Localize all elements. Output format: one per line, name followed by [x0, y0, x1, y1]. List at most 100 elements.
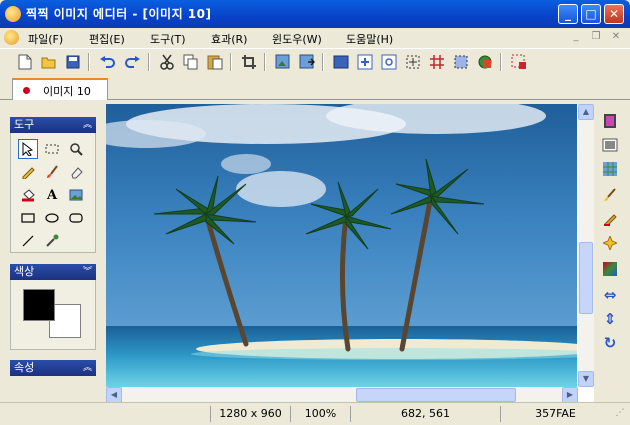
screen-capture-icon[interactable]	[510, 53, 528, 71]
tab-label: 이미지 10	[43, 85, 91, 98]
horizontal-scroll-thumb[interactable]	[356, 388, 516, 402]
colors-panel-title: 색상	[14, 265, 35, 278]
resize-grip-icon[interactable]: ⋰	[612, 406, 628, 422]
rectangle-tool-icon[interactable]	[18, 208, 38, 228]
text-tool-icon[interactable]: A	[42, 185, 62, 205]
copy-icon[interactable]	[182, 53, 200, 71]
menu-file[interactable]: 파일(F)	[28, 31, 63, 47]
document-tabs: 이미지 10	[0, 74, 630, 100]
collapse-chevron-icon[interactable]: ︽	[83, 117, 92, 133]
tab-image-10[interactable]: 이미지 10	[12, 78, 108, 100]
document-icon[interactable]	[4, 30, 19, 45]
open-folder-icon[interactable]	[40, 53, 58, 71]
flip-vertical-icon[interactable]: ⇕	[601, 310, 619, 328]
menu-window[interactable]: 윈도우(W)	[272, 31, 322, 47]
pencil-tool-icon[interactable]	[18, 162, 38, 182]
flip-horizontal-icon[interactable]: ⇔	[601, 286, 619, 304]
image-tool-icon[interactable]	[66, 185, 86, 205]
new-file-icon[interactable]	[16, 53, 34, 71]
redo-icon[interactable]	[124, 53, 142, 71]
scroll-down-icon[interactable]: ▼	[578, 371, 594, 387]
left-panel: 도구 ︽ A 색상 ︾ 속성 ︽	[0, 101, 104, 401]
mdi-minimize-icon[interactable]: _	[570, 31, 582, 43]
menu-help[interactable]: 도움말(H)	[346, 31, 393, 47]
import-image-icon[interactable]	[274, 53, 292, 71]
toolbar-separator	[88, 53, 90, 71]
capture-icon[interactable]	[476, 53, 494, 71]
collapse-chevron-icon[interactable]: ︾	[83, 264, 92, 280]
window-title: 찍찍 이미지 에디터 - [이미지 10]	[26, 7, 212, 21]
expand-chevron-icon[interactable]: ︽	[83, 360, 92, 376]
pixel-color: 357FAE	[500, 406, 610, 422]
scroll-right-icon[interactable]: ▶	[562, 387, 578, 403]
image-canvas[interactable]	[106, 104, 577, 387]
toolbar-separator	[264, 53, 266, 71]
rounded-rect-tool-icon[interactable]	[66, 208, 86, 228]
tools-panel-title: 도구	[14, 118, 35, 131]
image-dimensions: 1280 x 960	[210, 406, 290, 422]
horizontal-scrollbar[interactable]: ◀ ▶	[106, 387, 578, 403]
status-bar: 1280 x 960 100% 682, 561 357FAE ⋰	[0, 402, 630, 425]
island-image	[106, 104, 577, 387]
selection-grid-icon[interactable]	[404, 53, 422, 71]
toolbar-separator	[500, 53, 502, 71]
zoom-level: 100%	[290, 406, 350, 422]
foreground-color-swatch[interactable]	[23, 289, 55, 321]
line-tool-icon[interactable]	[18, 231, 38, 251]
colors-panel-header[interactable]: 색상 ︾	[10, 264, 96, 280]
title-bar: 찍찍 이미지 에디터 - [이미지 10] _ □ ✕	[0, 0, 630, 28]
toolbar-separator	[148, 53, 150, 71]
sparkle-effect-icon[interactable]	[601, 234, 619, 252]
zoom-fit-icon[interactable]	[380, 53, 398, 71]
crop-icon[interactable]	[240, 53, 258, 71]
canvas-area: ▲ ▼ ◀ ▶	[106, 104, 594, 403]
vertical-scrollbar[interactable]: ▲ ▼	[578, 104, 594, 387]
scroll-up-icon[interactable]: ▲	[578, 104, 594, 120]
undo-icon[interactable]	[98, 53, 116, 71]
close-button[interactable]: ✕	[604, 4, 624, 24]
magic-select-icon[interactable]	[452, 53, 470, 71]
fill-tool-icon[interactable]	[18, 185, 38, 205]
photo-filter-icon[interactable]	[601, 136, 619, 154]
export-image-icon[interactable]	[298, 53, 316, 71]
minimize-button[interactable]: _	[558, 4, 578, 24]
brush-effect-icon[interactable]	[601, 186, 619, 204]
scroll-left-icon[interactable]: ◀	[106, 387, 122, 403]
cursor-position: 682, 561	[350, 406, 500, 422]
properties-panel-title: 속성	[14, 361, 35, 374]
pointer-tool-icon[interactable]	[18, 139, 38, 159]
tools-panel-header[interactable]: 도구 ︽	[10, 117, 96, 133]
maximize-button[interactable]: □	[581, 4, 601, 24]
properties-panel-header[interactable]: 속성 ︽	[10, 360, 96, 376]
modified-dot-icon	[23, 87, 30, 94]
save-icon[interactable]	[64, 53, 82, 71]
ellipse-tool-icon[interactable]	[42, 208, 62, 228]
tools-panel: A	[10, 133, 96, 253]
paste-icon[interactable]	[206, 53, 224, 71]
eraser-tool-icon[interactable]	[66, 162, 86, 182]
pen-effect-icon[interactable]	[601, 210, 619, 228]
menu-tools[interactable]: 도구(T)	[150, 31, 186, 47]
rect-select-tool-icon[interactable]	[42, 139, 62, 159]
toolbar-separator	[230, 53, 232, 71]
zoom-tool-icon[interactable]	[66, 139, 86, 159]
mdi-restore-icon[interactable]: ❐	[590, 31, 602, 43]
image-effect-icon[interactable]	[601, 112, 619, 130]
vertical-scroll-thumb[interactable]	[579, 242, 593, 314]
zoom-in-icon[interactable]	[356, 53, 374, 71]
toolbar	[0, 48, 630, 74]
toolbar-separator	[322, 53, 324, 71]
menu-bar: 파일(F) 편집(E) 도구(T) 효과(R) 윈도우(W) 도움말(H) _ …	[0, 28, 630, 48]
fullscreen-icon[interactable]	[332, 53, 350, 71]
cut-icon[interactable]	[158, 53, 176, 71]
brush-tool-icon[interactable]	[42, 162, 62, 182]
rotate-icon[interactable]: ↻	[601, 334, 619, 352]
menu-effects[interactable]: 효과(R)	[211, 31, 247, 47]
effects-toolbar: ⇔ ⇕ ↻	[595, 104, 630, 402]
menu-edit[interactable]: 편집(E)	[89, 31, 125, 47]
eyedropper-tool-icon[interactable]	[42, 231, 62, 251]
mdi-close-icon[interactable]: ✕	[610, 31, 622, 43]
grid-icon[interactable]	[428, 53, 446, 71]
gradient-icon[interactable]	[601, 260, 619, 278]
mosaic-icon[interactable]	[601, 160, 619, 178]
